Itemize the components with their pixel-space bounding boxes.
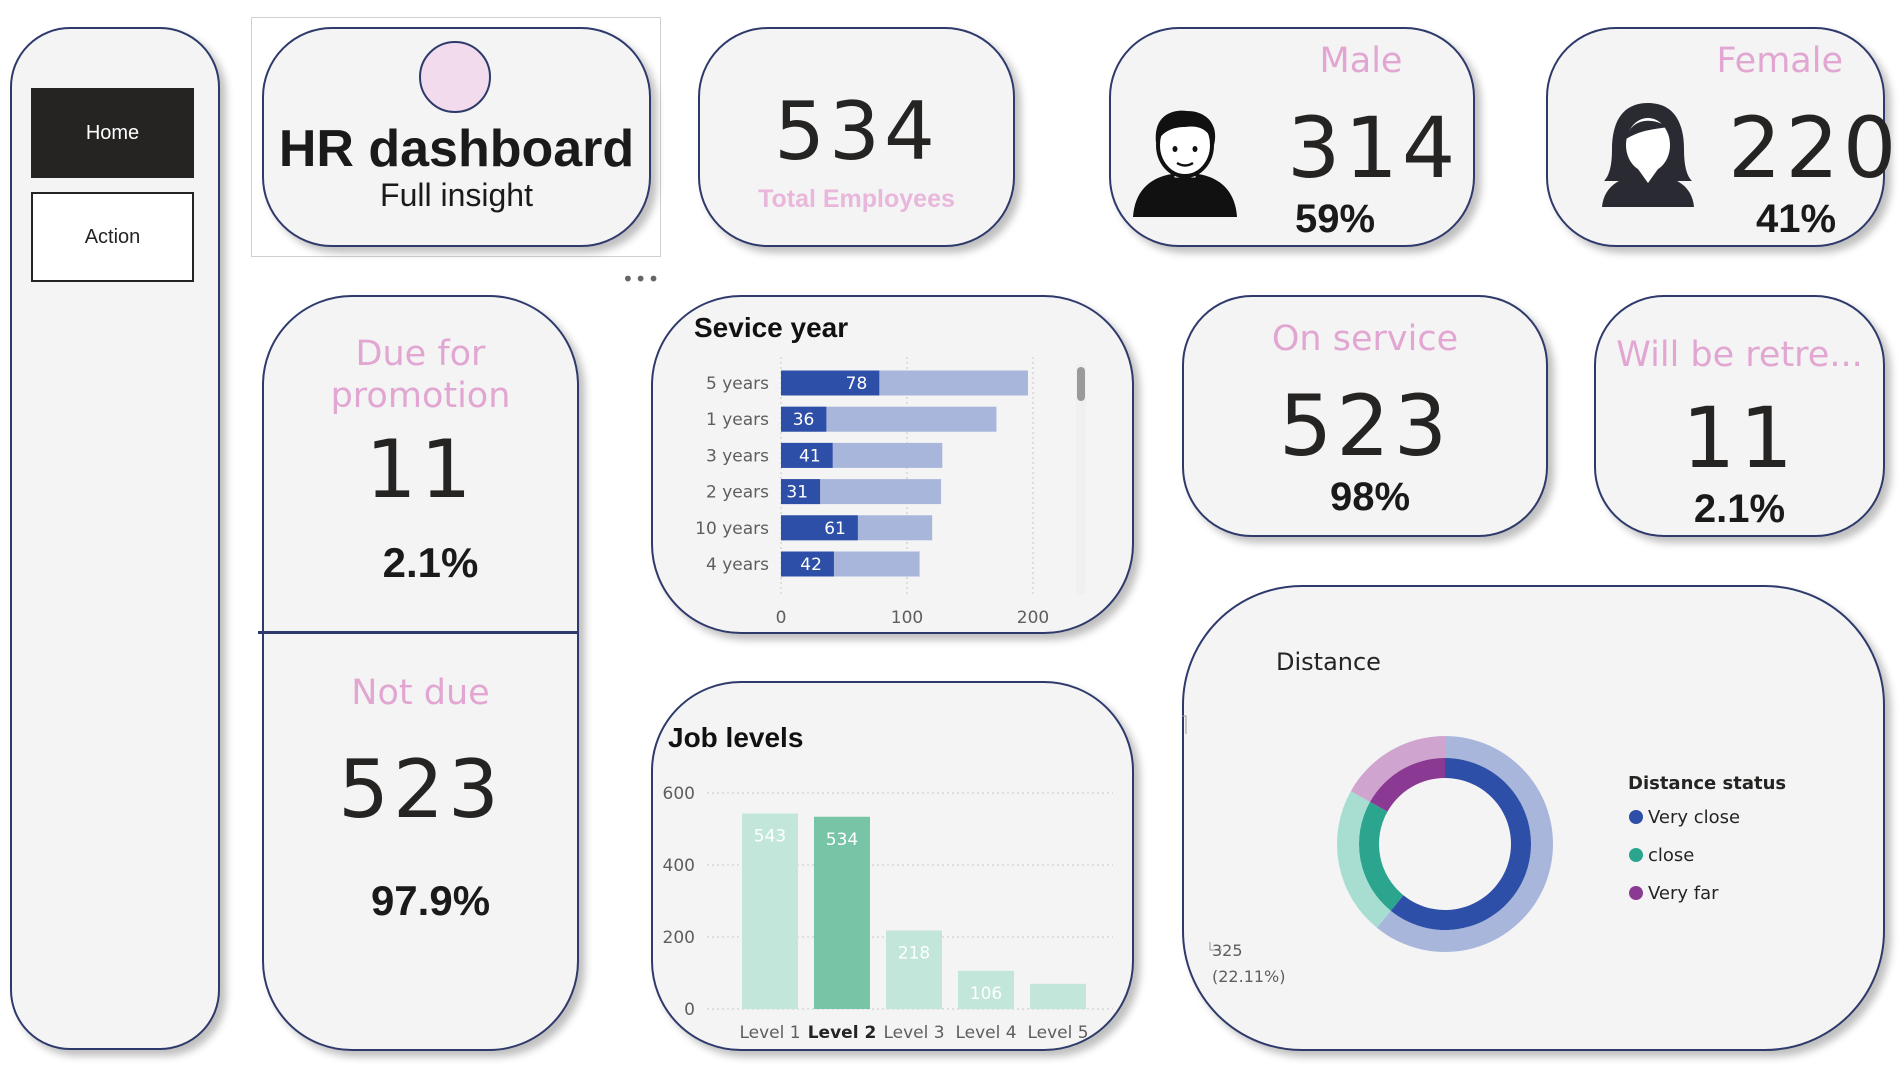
retire-label: Will be retre...: [1616, 335, 1863, 375]
retire-card: Will be retre... 11 2.1%: [1594, 295, 1885, 537]
male-value: 314: [1287, 99, 1460, 197]
male-label: Male: [1319, 41, 1403, 81]
due-for-promotion-value: 11: [365, 423, 476, 516]
job-levels-data-label: 106: [970, 984, 1002, 1004]
promotion-card: Due for promotion 11 2.1% Not due 523 97…: [262, 295, 579, 1051]
service-year-category-label: 4 years: [706, 555, 769, 575]
service-year-x-tick: 0: [776, 608, 787, 628]
job-levels-data-label: 543: [754, 827, 786, 847]
service-year-chart: 78 36 41 31 6142 5 years 1 years 3 years 2 year…: [695, 357, 1086, 628]
service-year-category-label: 3 years: [706, 446, 769, 466]
home-button-label: Home: [85, 121, 140, 144]
on-service-percent: 98%: [1329, 475, 1411, 519]
distance-legend-marker[interactable]: [1629, 886, 1643, 900]
job-levels-y-tick: 600: [663, 784, 695, 804]
job-levels-bar[interactable]: [1030, 983, 1086, 1009]
distance-legend-item[interactable]: Very close: [1648, 807, 1740, 828]
female-card: Female 220 41%: [1546, 27, 1896, 247]
service-year-bar[interactable]: [781, 515, 858, 541]
job-levels-data-label: 218: [898, 944, 930, 964]
service-year-data-label: 42: [800, 555, 822, 575]
home-button[interactable]: Home: [31, 88, 194, 178]
service-year-x-tick: 100: [891, 608, 923, 628]
job-levels-chart: 543 534 218 106 Level 1 Level 2 Level 3 Level …: [663, 784, 1113, 1043]
service-year-category-label: 5 years: [706, 374, 769, 394]
service-year-category-label: 2 years: [706, 483, 769, 503]
job-levels-category-label: Level 3: [883, 1023, 944, 1043]
male-percent: 59%: [1295, 197, 1376, 241]
distance-legend-marker[interactable]: [1629, 848, 1643, 862]
female-value: 220: [1728, 99, 1899, 197]
not-due-label: Not due: [351, 673, 490, 713]
logo-circle: [419, 41, 491, 113]
due-for-promotion-percent: 2.1%: [382, 539, 479, 586]
female-percent: 41%: [1756, 197, 1837, 241]
more-options-icon[interactable]: •••: [622, 269, 660, 289]
service-year-category-label: 1 years: [706, 410, 769, 430]
distance-legend-item[interactable]: close: [1648, 845, 1694, 866]
female-label: Female: [1716, 41, 1843, 81]
distance-legend-item[interactable]: Very far: [1648, 883, 1719, 904]
distance-legend-title: Distance status: [1628, 773, 1786, 794]
service-year-data-label: 41: [799, 446, 821, 466]
distance-callout-line: [1182, 715, 1187, 734]
male-card: Male 314 59%: [1109, 27, 1475, 247]
job-levels-category-label: Level 4: [955, 1023, 1016, 1043]
page-subtitle: Full insight: [380, 177, 533, 213]
job-levels-category-label: Level 1: [739, 1023, 800, 1043]
on-service-value: 523: [1278, 377, 1452, 475]
service-year-data-label: 61: [824, 519, 846, 539]
service-year-data-label: 78: [846, 374, 868, 394]
on-service-card: On service 523 98%: [1182, 295, 1548, 537]
action-button[interactable]: Action: [31, 192, 194, 282]
job-levels-y-tick: 400: [663, 856, 695, 876]
due-for-promotion-label: Due for promotion: [330, 334, 511, 416]
total-employees-label: Total Employees: [758, 185, 955, 213]
not-due-percent: 97.9%: [370, 877, 491, 924]
service-year-category-label: 10 years: [695, 519, 769, 539]
distance-donut-chart: 325(22.11%)119(8....)90(6.12%) Distance …: [1182, 715, 1786, 986]
job-levels-data-label: 534: [826, 830, 858, 850]
on-service-label: On service: [1271, 319, 1459, 359]
retire-percent: 2.1%: [1693, 487, 1786, 531]
job-levels-bar[interactable]: [886, 930, 942, 1009]
not-due-value: 523: [338, 743, 503, 836]
distance-callout-percent: (22.11%): [1212, 967, 1286, 986]
service-year-scrollbar-thumb[interactable]: [1077, 367, 1085, 401]
nav-panel: [10, 27, 220, 1050]
service-year-data-label: 36: [793, 410, 815, 430]
promotion-divider: [258, 631, 578, 634]
service-year-data-label: 31: [786, 483, 808, 503]
job-levels-y-tick: 200: [663, 928, 695, 948]
page-title: HR dashboard: [278, 120, 635, 178]
job-levels-category-label: Level 5: [1027, 1023, 1088, 1043]
job-levels-category-label: Level 2: [808, 1023, 877, 1043]
title-card: HR dashboard Full insight: [262, 27, 651, 247]
total-employees-value: 534: [774, 85, 939, 178]
distance-legend-marker[interactable]: [1629, 810, 1643, 824]
total-employees-card: 534 Total Employees: [698, 27, 1015, 247]
retire-value: 11: [1682, 389, 1797, 487]
female-person-icon: [1602, 103, 1694, 207]
distance-callout-value: 325: [1212, 941, 1243, 960]
action-button-label: Action: [84, 225, 141, 248]
job-levels-y-tick: 0: [684, 1000, 695, 1020]
service-year-x-tick: 200: [1017, 608, 1049, 628]
male-person-icon: [1133, 110, 1237, 217]
